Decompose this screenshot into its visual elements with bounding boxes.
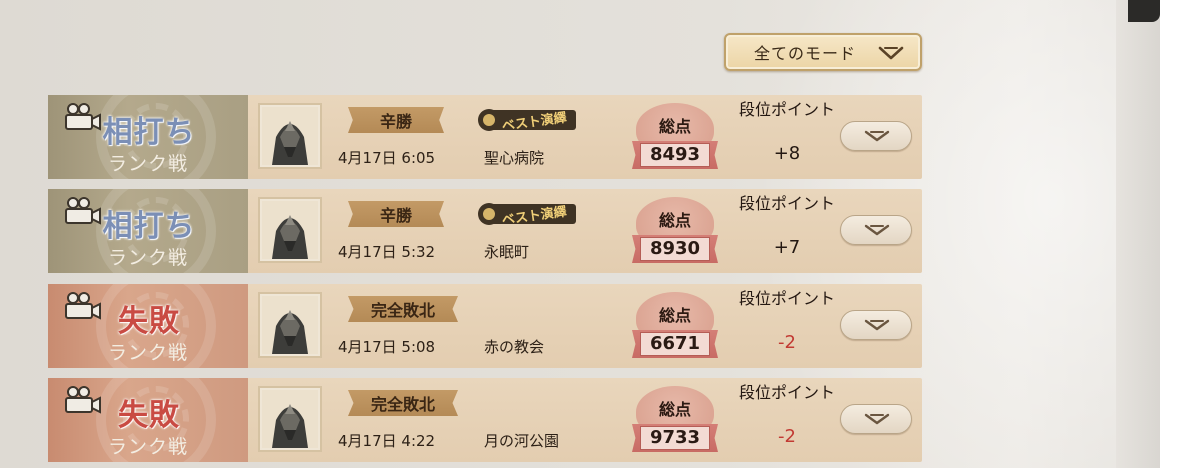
rank-points-value: -2 xyxy=(778,332,796,353)
match-mode: ランク戦 xyxy=(107,342,188,364)
expand-details-button[interactable] xyxy=(840,404,912,434)
outcome-text: 辛勝 xyxy=(379,206,412,225)
match-row[interactable]: 相打ち ランク戦 辛勝 ベスト演繹 4月17日 5:32 永眠町 総点 8930… xyxy=(48,189,922,273)
panel-edge xyxy=(1116,0,1160,468)
outcome-text: 完全敗北 xyxy=(370,301,435,320)
hooded-character-icon xyxy=(262,107,318,165)
expand-details-button[interactable] xyxy=(840,310,912,340)
match-row[interactable]: 相打ち ランク戦 辛勝 ベスト演繹 4月17日 6:05 聖心病院 総点 849… xyxy=(48,95,922,179)
hooded-character-icon xyxy=(262,201,318,259)
chevron-down-icon xyxy=(864,413,890,425)
total-score: 総点 8930 xyxy=(630,197,720,267)
window-frame xyxy=(1128,0,1160,22)
match-datetime: 4月17日 5:32 xyxy=(338,243,436,261)
character-avatar[interactable] xyxy=(258,197,322,263)
score-label: 総点 xyxy=(658,117,691,136)
outcome-tag: 完全敗北 xyxy=(348,390,458,416)
match-result: 相打ち xyxy=(102,115,196,150)
result-badge: 失敗 ランク戦 xyxy=(48,378,248,462)
outcome-tag: 完全敗北 xyxy=(348,296,458,322)
rank-points-label: 段位ポイント xyxy=(738,289,835,308)
result-badge: 相打ち ランク戦 xyxy=(48,95,248,179)
outcome-text: 完全敗北 xyxy=(370,395,435,414)
result-badge: 相打ち ランク戦 xyxy=(48,189,248,273)
score-value: 8493 xyxy=(649,144,701,165)
rank-points-value: -2 xyxy=(778,426,796,447)
match-row[interactable]: 失敗 ランク戦 完全敗北 4月17日 5:08 赤の教会 総点 6671 段位ポ… xyxy=(48,284,922,368)
score-value: 9733 xyxy=(649,427,701,448)
match-map: 赤の教会 xyxy=(484,338,545,356)
outcome-tag: 辛勝 xyxy=(348,107,444,133)
mode-filter-label: 全てのモード xyxy=(754,44,857,63)
rank-points-label: 段位ポイント xyxy=(738,383,835,402)
score-label: 総点 xyxy=(658,211,691,230)
character-avatar[interactable] xyxy=(258,386,322,452)
match-result: 失敗 xyxy=(118,398,180,433)
match-datetime: 4月17日 5:08 xyxy=(338,338,436,356)
best-deduction-badge: ベスト演繹 xyxy=(478,203,576,228)
outcome-text: 辛勝 xyxy=(379,112,412,131)
match-datetime: 4月17日 6:05 xyxy=(338,149,436,167)
rank-points-label: 段位ポイント xyxy=(738,100,835,119)
hooded-character-icon xyxy=(262,390,318,448)
rank-points-value: +7 xyxy=(773,237,801,258)
match-map: 月の河公園 xyxy=(484,432,560,450)
match-row[interactable]: 失敗 ランク戦 完全敗北 4月17日 4:22 月の河公園 総点 9733 段位… xyxy=(48,378,922,462)
score-value: 6671 xyxy=(649,333,701,354)
hooded-character-icon xyxy=(262,296,318,354)
match-mode: ランク戦 xyxy=(107,436,188,458)
total-score: 総点 8493 xyxy=(630,103,720,173)
rank-points-label: 段位ポイント xyxy=(738,194,835,213)
match-datetime: 4月17日 4:22 xyxy=(338,432,436,450)
outcome-tag: 辛勝 xyxy=(348,201,444,227)
character-avatar[interactable] xyxy=(258,103,322,169)
chevron-down-icon xyxy=(864,130,890,142)
chevron-down-icon xyxy=(864,319,890,331)
match-result: 相打ち xyxy=(102,209,196,244)
total-score: 総点 6671 xyxy=(630,292,720,362)
result-badge: 失敗 ランク戦 xyxy=(48,284,248,368)
expand-details-button[interactable] xyxy=(840,215,912,245)
chevron-down-icon xyxy=(864,224,890,236)
character-avatar[interactable] xyxy=(258,292,322,358)
score-value: 8930 xyxy=(649,238,701,259)
best-deduction-badge: ベスト演繹 xyxy=(478,109,576,134)
match-map: 聖心病院 xyxy=(484,149,545,167)
score-label: 総点 xyxy=(658,306,691,325)
score-label: 総点 xyxy=(658,400,691,419)
chevron-down-icon xyxy=(878,46,904,60)
match-result: 失敗 xyxy=(118,304,180,339)
total-score: 総点 9733 xyxy=(630,386,720,456)
match-mode: ランク戦 xyxy=(107,153,188,175)
expand-details-button[interactable] xyxy=(840,121,912,151)
match-map: 永眠町 xyxy=(484,243,530,261)
match-mode: ランク戦 xyxy=(107,247,188,269)
rank-points-value: +8 xyxy=(773,143,801,164)
mode-filter-dropdown[interactable]: 全てのモード xyxy=(724,33,922,71)
outer-margin xyxy=(1160,0,1200,468)
